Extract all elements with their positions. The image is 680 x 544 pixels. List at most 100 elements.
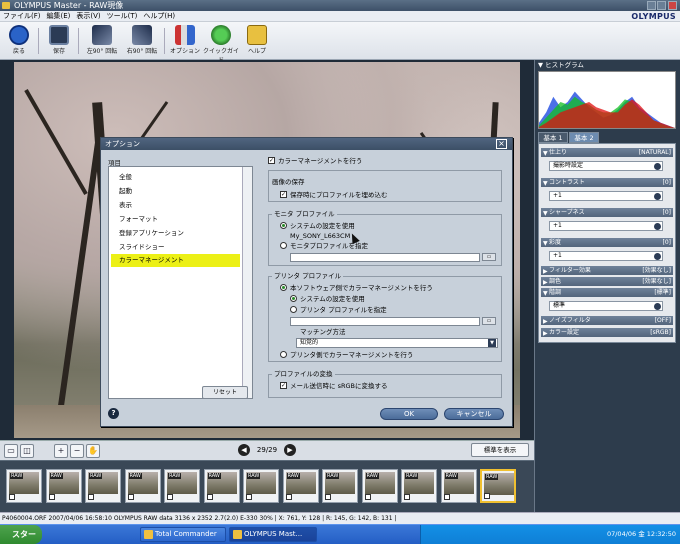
compare-view-icon[interactable]: ◫ xyxy=(20,444,34,458)
filmstrip-thumbnail[interactable]: RAW xyxy=(243,469,279,503)
task-total-commander[interactable]: Total Commander xyxy=(140,527,226,542)
thumbnail-checkbox[interactable] xyxy=(246,494,252,500)
printer-profile-path-input[interactable] xyxy=(290,317,480,326)
section-sharpness[interactable]: ▼ シャープネス [0] xyxy=(541,208,673,217)
collapse-icon: ▼ xyxy=(543,180,548,187)
minimize-button[interactable] xyxy=(647,1,656,10)
tab-basic-1[interactable]: 基本 1 xyxy=(538,132,568,143)
list-item[interactable]: 登録アプリケーション xyxy=(111,227,240,240)
hand-tool-icon[interactable]: ✋ xyxy=(86,444,100,458)
monitor-use-system-radio[interactable] xyxy=(280,222,287,229)
section-tone[interactable]: ▶ 調色 [効果なし] xyxy=(541,277,673,286)
menu-help[interactable]: ヘルプ(H) xyxy=(140,11,178,22)
monitor-profile-path-input[interactable] xyxy=(290,253,480,262)
filmstrip-thumbnail[interactable]: RAW xyxy=(85,469,121,503)
menu-view[interactable]: 表示(V) xyxy=(73,11,103,22)
gradation-select[interactable]: 標準 xyxy=(549,301,663,311)
section-saturation[interactable]: ▼ 彩度 [0] xyxy=(541,238,673,247)
help-button[interactable]: ヘルプ xyxy=(242,24,272,58)
section-noise-filter[interactable]: ▶ ノイズフィルタ [OFF] xyxy=(541,316,673,325)
task-olympus-master[interactable]: OLYMPUS Mast... xyxy=(229,527,317,542)
next-image-button[interactable]: ▶ xyxy=(284,444,296,456)
printer-browse-button[interactable]: ▭ xyxy=(482,317,496,325)
list-item[interactable]: 全般 xyxy=(111,171,240,184)
list-item[interactable]: 表示 xyxy=(111,199,240,212)
thumbnail-checkbox[interactable] xyxy=(484,493,490,499)
menu-file[interactable]: ファイル(F) xyxy=(0,11,44,22)
section-gradation[interactable]: ▼ 階調 [標準] xyxy=(541,288,673,297)
save-button[interactable]: 保存 xyxy=(44,24,74,58)
expand-icon: ▶ xyxy=(543,318,548,325)
start-button[interactable]: スタート xyxy=(0,525,42,544)
sharpness-select[interactable]: +1 xyxy=(549,221,663,231)
monitor-specify-radio[interactable] xyxy=(280,242,287,249)
filmstrip-thumbnail[interactable]: RAW xyxy=(322,469,358,503)
reset-button[interactable]: リセット xyxy=(202,386,248,399)
section-contrast[interactable]: ▼ コントラスト [0] xyxy=(541,178,673,187)
section-color-space[interactable]: ▶ カラー設定 [sRGB] xyxy=(541,328,673,337)
printer-side-cm-radio[interactable] xyxy=(280,351,287,358)
filmstrip-thumbnail[interactable]: RAW xyxy=(6,469,42,503)
monitor-browse-button[interactable]: ▭ xyxy=(482,253,496,261)
printer-specify-radio[interactable] xyxy=(290,306,297,313)
menu-tools[interactable]: ツール(T) xyxy=(104,11,141,22)
rotate-right-button[interactable]: 右90° 回転 xyxy=(124,24,160,58)
filmstrip-thumbnail[interactable]: RAW xyxy=(361,469,398,503)
cancel-button[interactable]: キャンセル xyxy=(444,408,504,420)
filmstrip-thumbnail[interactable]: RAW xyxy=(45,469,82,503)
filmstrip-thumbnail[interactable]: RAW xyxy=(480,469,516,503)
close-window-button[interactable] xyxy=(668,1,677,10)
thumbnail-checkbox[interactable] xyxy=(443,494,450,500)
filmstrip-thumbnail[interactable]: RAW xyxy=(401,469,437,503)
thumbnail-checkbox[interactable] xyxy=(325,494,331,500)
section-filter[interactable]: ▶ フィルター効果 [効果なし] xyxy=(541,266,673,275)
filmstrip-thumbnail[interactable]: RAW xyxy=(164,469,200,503)
back-button[interactable]: 戻る xyxy=(4,24,34,58)
help-icon[interactable]: ? xyxy=(108,408,119,419)
options-button[interactable]: オプション xyxy=(168,24,202,58)
contrast-select[interactable]: +1 xyxy=(549,191,663,201)
list-item-selected[interactable]: カラーマネージメント xyxy=(111,254,240,267)
thumbnail-checkbox[interactable] xyxy=(127,494,134,500)
zoom-in-icon[interactable]: + xyxy=(54,444,68,458)
use-color-management-checkbox[interactable]: ✓ xyxy=(268,157,275,164)
section-finish[interactable]: ▼ 仕上り [NATURAL] xyxy=(541,148,673,157)
list-scrollbar[interactable] xyxy=(242,167,252,398)
thumbnail-checkbox[interactable] xyxy=(404,494,410,500)
list-item[interactable]: フォーマット xyxy=(111,213,240,226)
embed-profile-checkbox[interactable]: ✓ xyxy=(280,191,287,198)
dialog-close-icon[interactable]: × xyxy=(496,139,507,149)
filmstrip-thumbnail[interactable]: RAW xyxy=(440,469,477,503)
thumbnail-checkbox[interactable] xyxy=(206,494,213,500)
zoom-out-icon[interactable]: − xyxy=(70,444,84,458)
matching-method-select[interactable]: 知覚的 ▼ xyxy=(296,338,498,348)
rotate-left-button[interactable]: 左90° 回転 xyxy=(84,24,120,58)
printer-use-system-radio[interactable] xyxy=(290,295,297,302)
list-item[interactable]: スライドショー xyxy=(111,241,240,254)
ok-button[interactable]: OK xyxy=(380,408,438,420)
thumbnail-checkbox[interactable] xyxy=(9,494,15,500)
filmstrip-thumbnail[interactable]: RAW xyxy=(124,469,161,503)
single-view-icon[interactable]: ▭ xyxy=(4,444,18,458)
maximize-button[interactable] xyxy=(657,1,666,10)
software-cm-radio[interactable] xyxy=(280,284,287,291)
mail-srgb-checkbox[interactable]: ✓ xyxy=(280,382,287,389)
filmstrip-thumbnail[interactable]: RAW xyxy=(282,469,319,503)
saturation-select[interactable]: +1 xyxy=(549,251,663,261)
raw-badge: RAW xyxy=(128,473,142,479)
prev-image-button[interactable]: ◀ xyxy=(238,444,250,456)
thumbnail-checkbox[interactable] xyxy=(285,494,292,500)
tab-basic-2[interactable]: 基本 2 xyxy=(569,132,599,143)
finish-select[interactable]: 撮影時設定 xyxy=(549,161,663,171)
show-standard-button[interactable]: 標準を表示 xyxy=(471,443,529,457)
thumbnail-checkbox[interactable] xyxy=(88,494,94,500)
filmstrip-thumbnail[interactable]: RAW xyxy=(203,469,240,503)
thumbnail-checkbox[interactable] xyxy=(364,494,371,500)
quick-guide-button[interactable]: クイックガイド xyxy=(202,24,240,64)
thumbnail-checkbox[interactable] xyxy=(167,494,173,500)
histogram-header[interactable]: ▼ ヒストグラム xyxy=(538,61,676,70)
thumbnail-checkbox[interactable] xyxy=(48,494,55,500)
list-item[interactable]: 起動 xyxy=(111,185,240,198)
collapse-icon: ▼ xyxy=(543,150,548,157)
menu-edit[interactable]: 編集(E) xyxy=(44,11,74,22)
